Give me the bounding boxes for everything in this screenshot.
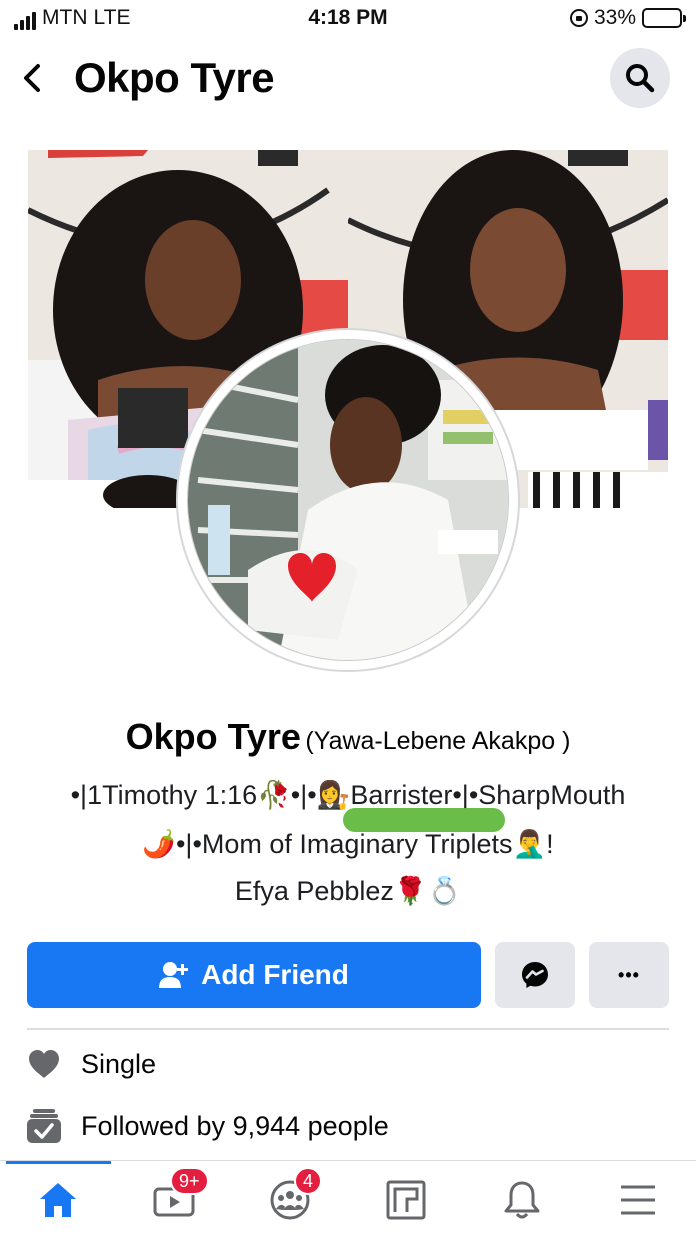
heart-icon [29, 1050, 59, 1078]
battery-icon [642, 8, 686, 28]
bio-line2-text: •|•Mom of Imaginary Triplets [175, 829, 513, 859]
page-title: Okpo Tyre [74, 54, 275, 101]
wilted-rose-icon: 🥀 [257, 780, 291, 810]
bottom-navigation: 9+ 4 [0, 1160, 696, 1237]
battery-percent: 33% [593, 6, 636, 29]
messenger-icon [522, 962, 548, 988]
add-friend-button[interactable]: Add Friend [27, 942, 481, 1008]
message-button[interactable] [495, 942, 575, 1008]
status-bar: MTN LTE 4:18 PM 33% [0, 0, 696, 36]
followers-info[interactable]: Followed by 9,944 people [27, 1108, 389, 1144]
hot-pepper-icon: 🌶️ [142, 829, 176, 859]
bio-line3-text: Efya Pebblez [234, 876, 394, 906]
facepalm-icon: 🤦‍♂️ [512, 829, 547, 859]
nav-home[interactable] [28, 1175, 88, 1225]
bio-line2-end: ! [546, 829, 554, 859]
woman-judge-icon: 👩‍⚖️ [316, 780, 351, 810]
nav-notifications[interactable] [492, 1175, 552, 1225]
nav-pages[interactable] [376, 1175, 436, 1225]
add-friend-label: Add Friend [201, 959, 349, 990]
search-button[interactable] [610, 48, 670, 108]
followers-label: Followed by 9,944 people [81, 1110, 389, 1141]
rotation-lock-icon [569, 9, 588, 27]
menu-icon [621, 1185, 655, 1215]
profile-header: Okpo Tyre [0, 40, 696, 116]
section-divider [27, 1028, 669, 1030]
profile-name: Okpo Tyre [125, 716, 301, 757]
bio-line-1: •|1Timothy 1:16🥀•|•👩‍⚖️Barrister•|•Sharp… [0, 779, 696, 811]
relationship-label: Single [81, 1048, 157, 1079]
nav-menu[interactable] [608, 1175, 668, 1225]
bell-icon [504, 1181, 540, 1219]
chevron-left-icon [24, 64, 40, 92]
home-icon [40, 1183, 76, 1217]
bio-line1-prefix: •|1Timothy 1:16 [70, 780, 258, 810]
nav-watch[interactable]: 9+ [144, 1167, 209, 1225]
search-icon [626, 64, 655, 93]
bio-line1-mid: •|• [290, 780, 317, 810]
profile-name-line: Okpo Tyre (Yawa-Lebene Akakpo ) [0, 716, 696, 758]
alternate-name: (Yawa-Lebene Akakpo ) [305, 727, 571, 755]
nav-groups[interactable]: 4 [260, 1167, 323, 1225]
ring-icon: 💍 [427, 876, 462, 906]
bio-line-2: 🌶️•|•Mom of Imaginary Triplets🤦‍♂️! [0, 828, 696, 860]
rose-icon: 🌹 [393, 876, 428, 906]
relationship-status: Single [27, 1048, 156, 1080]
more-options-icon: ••• [618, 964, 640, 985]
active-tab-indicator [6, 1161, 111, 1164]
back-button[interactable] [14, 56, 50, 100]
watch-badge: 9+ [170, 1167, 209, 1195]
profile-photo [187, 339, 509, 661]
status-right: 33% [569, 6, 686, 30]
bio-line-3: Efya Pebblez🌹💍 [0, 875, 696, 907]
profile-picture[interactable] [176, 328, 520, 672]
pages-icon [386, 1180, 426, 1220]
more-options-button[interactable]: ••• [589, 942, 669, 1008]
followers-icon [27, 1109, 61, 1143]
add-friend-icon [159, 962, 189, 988]
groups-badge: 4 [294, 1167, 323, 1195]
bio-line1-suffix: Barrister•|•SharpMouth [350, 780, 626, 810]
